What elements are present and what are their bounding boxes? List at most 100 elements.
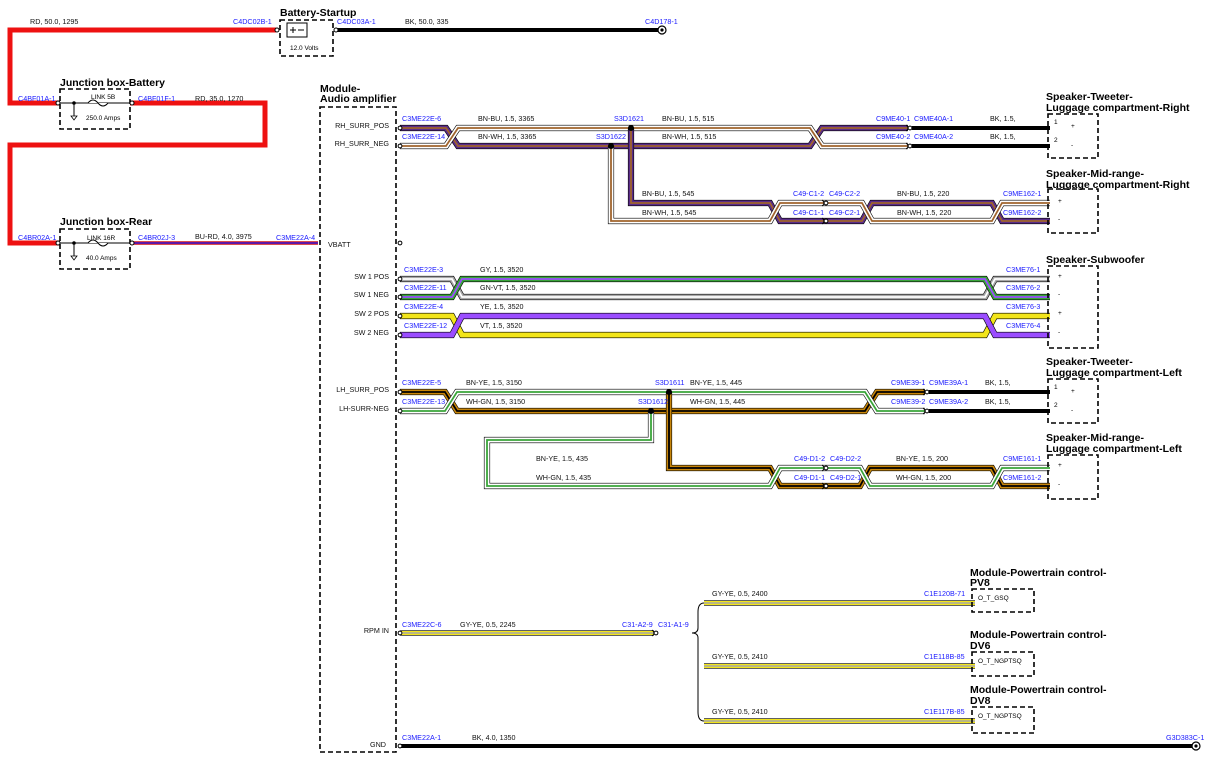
- wire-label: BN-YE, 1.5, 445: [690, 378, 742, 387]
- amp-pin: GND: [370, 740, 386, 749]
- wire-label: GY-YE, 0.5, 2410: [712, 652, 768, 661]
- spk-pin-2: 2: [1054, 137, 1058, 144]
- wire-label: BK, 1.5,: [985, 397, 1011, 406]
- jb-rear-title: Junction box-Rear: [60, 216, 152, 228]
- wire-label: GY-YE, 0.5, 2400: [712, 589, 768, 598]
- spk-minus: -: [1058, 291, 1060, 298]
- splice-dot: [628, 125, 634, 131]
- connector-label: C9ME162-1: [1003, 189, 1041, 198]
- connector-label: C49-C1-1: [793, 208, 824, 217]
- wire-label: GN-VT, 1.5, 3520: [480, 283, 536, 292]
- connector-label: C1E117B-85: [924, 707, 965, 716]
- wire-label: BU-RD, 4.0, 3975: [195, 232, 252, 241]
- spk-plus: +: [1058, 273, 1062, 280]
- connector-label: C9ME40-2: [876, 132, 910, 141]
- connector-label: C3ME76-1: [1006, 265, 1040, 274]
- spk-pin-1: 1: [1054, 119, 1058, 126]
- pcm-title-1: Module-Powertrain control-: [970, 567, 1107, 579]
- wire-label: WH-GN, 1.5, 3150: [466, 397, 525, 406]
- connector-label: C49-D2-1: [830, 473, 861, 482]
- wire-label: GY, 1.5, 3520: [480, 265, 523, 274]
- amp-pin: SW 1 NEG: [354, 290, 390, 299]
- wire-label: RD, 50.0, 1295: [30, 17, 78, 26]
- connector-mark: [924, 408, 930, 414]
- connector-label: C3ME22E-11: [404, 283, 447, 292]
- wire-label: VT, 1.5, 3520: [480, 321, 522, 330]
- wire-label: RD, 35.0, 1270: [195, 94, 243, 103]
- jb-battery-title: Junction box-Battery: [60, 77, 165, 89]
- connector-label: C9ME39A-2: [929, 397, 968, 406]
- wire-label: BK, 1.5,: [990, 132, 1016, 141]
- pin-terminal: [397, 125, 403, 131]
- amp-pin: SW 1 POS: [354, 272, 389, 281]
- connector-label: C4D178-1: [645, 17, 678, 26]
- connector-label: C3ME22C-6: [402, 620, 442, 629]
- pcm-title-2: PV8: [970, 577, 990, 589]
- wire-label: BN-WH, 1.5, 545: [642, 208, 696, 217]
- wire-label: BN-BU, 1.5, 220: [897, 189, 949, 198]
- spk-plus: +: [1058, 198, 1062, 205]
- connector-label: C9ME39-1: [891, 378, 925, 387]
- connector-mark: [823, 465, 829, 471]
- wiring-diagram: RD, 50.0, 1295 BK, 50.0, 335 RD, 35.0, 1…: [7, 7, 1204, 753]
- wire-label: BK, 1.5,: [990, 114, 1016, 123]
- connector-label: C3ME76-4: [1006, 321, 1040, 330]
- pcm-title-2: DV8: [970, 695, 991, 707]
- splice-dot: [608, 143, 614, 149]
- connector-mark: [823, 218, 829, 224]
- jb-rear-rating: 40.0 Amps: [86, 255, 117, 262]
- connector-label: C4BF01F-1: [138, 94, 175, 103]
- spk-title-1: Speaker-Subwoofer: [1046, 254, 1145, 266]
- spk-plus: +: [1058, 462, 1062, 469]
- jb-battery-rating: 250.0 Amps: [86, 115, 121, 122]
- spk-title-2: Luggage compartment-Right: [1046, 102, 1190, 114]
- spk-pin-1: 1: [1054, 384, 1058, 391]
- wire-label: BN-WH, 1.5, 220: [897, 208, 951, 217]
- pcm-pv8: Module-Powertrain control- PV8 O_T_GSQ: [970, 567, 1107, 613]
- connector-label: C4BF01A-1: [18, 94, 56, 103]
- wire-label: WH-GN, 1.5, 200: [896, 473, 951, 482]
- pcm-dv8: Module-Powertrain control- DV8 O_T_NGPTS…: [970, 684, 1107, 734]
- wire-label: BK, 1.5,: [985, 378, 1011, 387]
- pcm-signal: O_T_NGPTSQ: [978, 658, 1022, 665]
- amp-pin: SW 2 NEG: [354, 328, 390, 337]
- wire-label: WH-GN, 1.5, 435: [536, 473, 591, 482]
- pin-terminal: [397, 313, 403, 319]
- connector-label: C4DC02B-1: [233, 17, 272, 26]
- speaker-midrange-right: Speaker-Mid-range- Luggage compartment-R…: [1046, 168, 1190, 234]
- connector-label: C3ME22E-3: [404, 265, 443, 274]
- spk-plus: +: [1071, 388, 1075, 395]
- connector-label: C9ME40A-2: [914, 132, 953, 141]
- audio-amplifier-module: Module- Audio amplifier RH_SURR_POS RH_S…: [319, 83, 397, 753]
- splice-dot: [648, 408, 654, 414]
- connector-label: C3ME22E-13: [402, 397, 445, 406]
- battery-rating: 12.0 Volts: [290, 45, 319, 52]
- splice-label: S3D1621: [614, 114, 644, 123]
- splice-label: S3D1622: [596, 132, 626, 141]
- pin-terminal: [397, 240, 403, 246]
- wire-label: BK, 50.0, 335: [405, 17, 449, 26]
- connector-mark: [924, 389, 930, 395]
- pcm-signal: O_T_GSQ: [978, 595, 1009, 602]
- pin-terminal: [397, 630, 403, 636]
- amp-pin: LH-SURR-NEG: [339, 404, 389, 413]
- amp-pin: RH_SURR_POS: [335, 121, 389, 130]
- connector-label: C9ME39A-1: [929, 378, 968, 387]
- amp-title-2: Audio amplifier: [320, 93, 396, 105]
- connector-label: C31-A2-9: [622, 620, 653, 629]
- connector-label: C1E120B-71: [924, 589, 965, 598]
- pin-terminal: [397, 143, 403, 149]
- connector-label: C4BR02A-1: [18, 233, 56, 242]
- pcm-title-2: DV6: [970, 640, 991, 652]
- wire-label: BN-WH, 1.5, 3365: [478, 132, 536, 141]
- wire-label: BN-YE, 1.5, 435: [536, 454, 588, 463]
- wire-label: BN-BU, 1.5, 545: [642, 189, 694, 198]
- speaker-midrange-left: Speaker-Mid-range- Luggage compartment-L…: [1046, 432, 1182, 500]
- speaker-tweeter-left: Speaker-Tweeter- Luggage compartment-Lef…: [1046, 356, 1182, 424]
- connector-label: C3ME22A-1: [402, 733, 441, 742]
- amp-pin: RH_SURR_NEG: [335, 139, 390, 148]
- connector-label: C9ME161-2: [1003, 473, 1041, 482]
- spk-minus: -: [1058, 329, 1060, 336]
- pin-terminal: [397, 294, 403, 300]
- amp-pin: RPM IN: [364, 626, 389, 635]
